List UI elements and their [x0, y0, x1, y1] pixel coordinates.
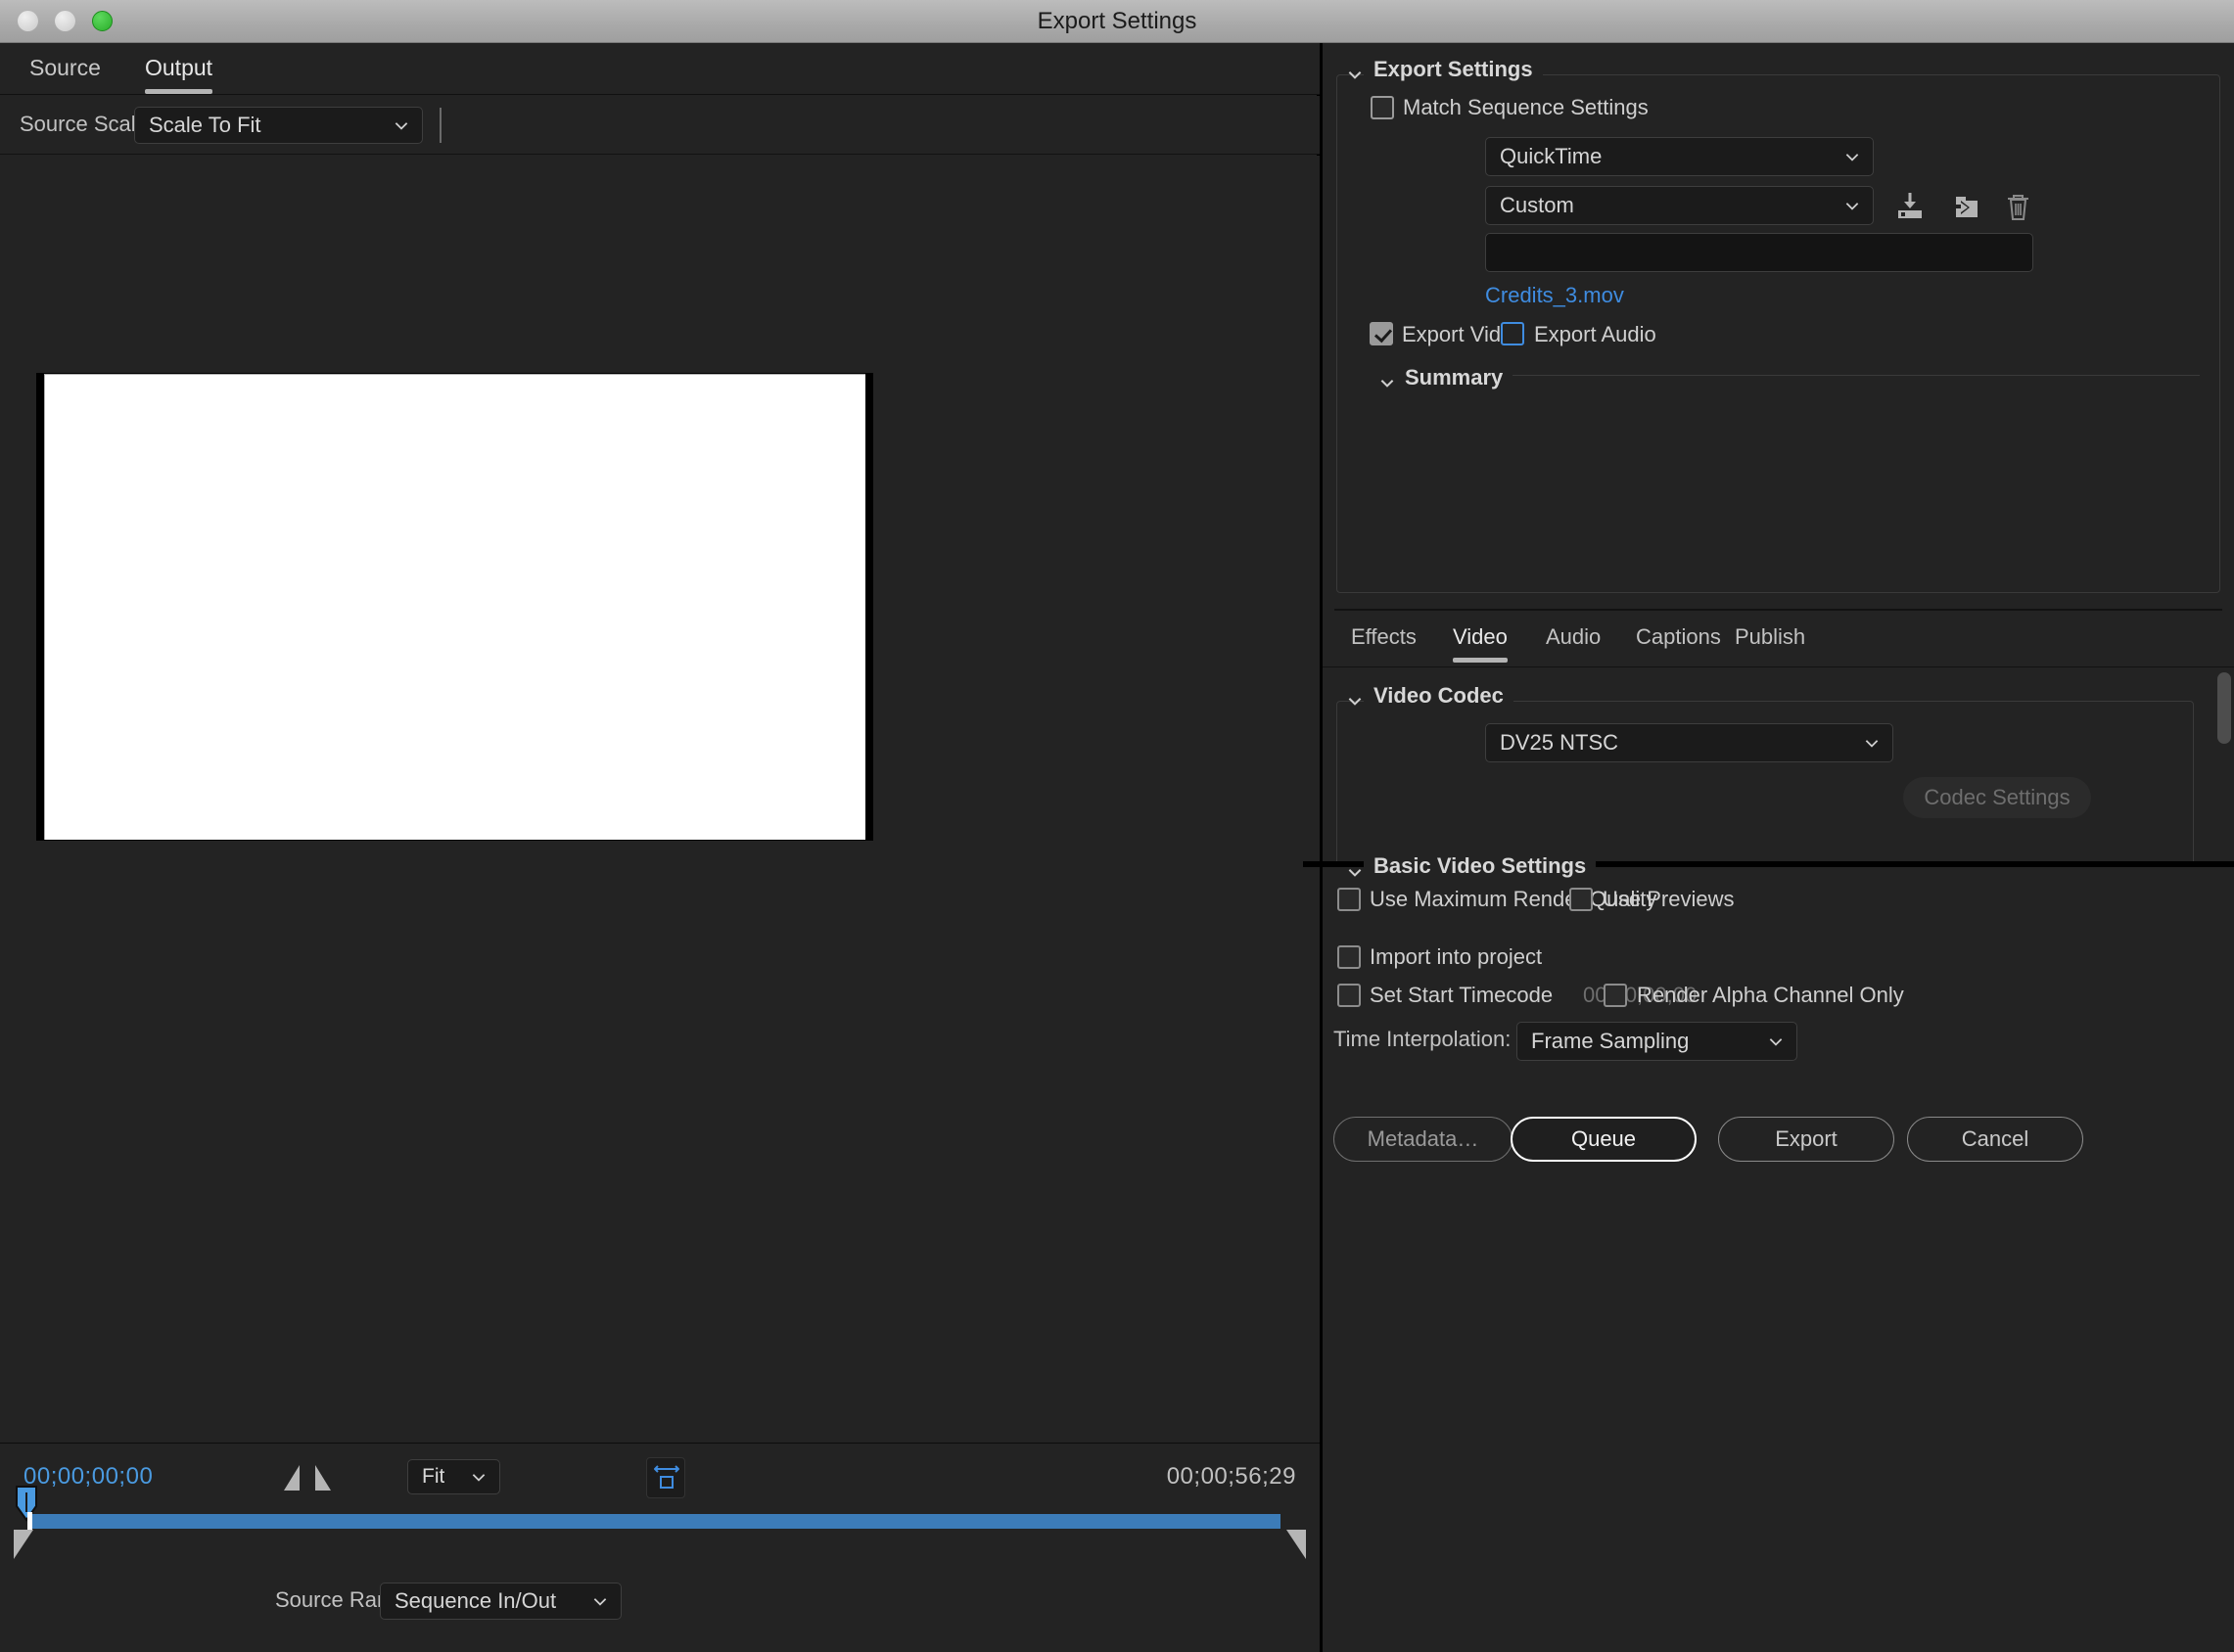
video-codec-group-title: Video Codec	[1364, 683, 1513, 709]
chevron-down-icon	[1767, 1032, 1785, 1050]
import-into-project-label: Import into project	[1370, 944, 1543, 969]
format-value: QuickTime	[1500, 144, 1603, 168]
chevron-down-icon	[1863, 734, 1881, 752]
chevron-down-icon[interactable]	[1346, 66, 1364, 83]
use-maximum-render-quality-checkbox[interactable]	[1337, 888, 1361, 911]
zoom-level-value: Fit	[422, 1465, 445, 1488]
tab-audio[interactable]: Audio	[1546, 624, 1601, 661]
chevron-down-icon[interactable]	[1346, 863, 1364, 881]
window-title-bar: Export Settings	[0, 0, 2234, 43]
dialog-actions: Metadata… Queue Export Cancel	[1323, 1117, 2234, 1185]
tab-source[interactable]: Source	[29, 55, 101, 92]
delete-preset-icon[interactable]	[1998, 187, 2037, 226]
duration-timecode: 00;00;56;29	[1166, 1463, 1296, 1490]
source-range-value: Sequence In/Out	[395, 1588, 557, 1613]
chevron-down-icon	[393, 116, 410, 134]
range-in-handle[interactable]	[14, 1530, 33, 1559]
mark-in-icon[interactable]	[284, 1465, 300, 1491]
metadata-button[interactable]: Metadata…	[1333, 1117, 1513, 1162]
video-codec-value: DV25 NTSC	[1500, 730, 1619, 755]
zoom-level-select[interactable]: Fit	[407, 1459, 500, 1494]
scrollbar-thumb[interactable]	[2217, 672, 2231, 744]
tab-output[interactable]: Output	[145, 55, 213, 94]
cancel-button[interactable]: Cancel	[1907, 1117, 2083, 1162]
set-start-timecode-checkbox[interactable]	[1337, 984, 1361, 1007]
range-out-handle[interactable]	[1286, 1530, 1306, 1559]
export-audio-label: Export Audio	[1534, 322, 1656, 346]
codec-settings-button[interactable]: Codec Settings	[1903, 777, 2091, 818]
render-alpha-channel-only-checkbox[interactable]	[1604, 984, 1627, 1007]
preset-select[interactable]: Custom	[1485, 186, 1874, 225]
mark-out-icon[interactable]	[315, 1465, 331, 1491]
match-sequence-settings-label: Match Sequence Settings	[1403, 95, 1649, 119]
source-range-select[interactable]: Sequence In/Out	[380, 1583, 622, 1620]
export-options: Use Maximum Render Quality Use Previews …	[1323, 867, 2234, 1652]
aspect-ratio-icon[interactable]	[646, 1457, 685, 1498]
export-video-checkbox[interactable]	[1370, 322, 1393, 345]
preview-frame	[44, 374, 865, 840]
settings-tab-bar: Effects Video Audio Captions Publish	[1323, 611, 2234, 667]
current-timecode[interactable]: 00;00;00;00	[23, 1463, 153, 1491]
basic-video-settings-title: Basic Video Settings	[1364, 853, 1597, 879]
use-previews-checkbox[interactable]	[1569, 888, 1593, 911]
export-settings-dialog: Export Settings Source Output Source Sca…	[0, 0, 2234, 1652]
source-scaling-select[interactable]: Scale To Fit	[134, 107, 423, 144]
chevron-down-icon[interactable]	[1346, 692, 1364, 710]
toolbar-divider	[440, 108, 442, 143]
preview-stage	[0, 156, 1320, 1443]
time-interpolation-value: Frame Sampling	[1531, 1029, 1690, 1053]
match-sequence-settings-checkbox[interactable]	[1371, 96, 1394, 119]
render-alpha-channel-only-label: Render Alpha Channel Only	[1637, 983, 1904, 1007]
chevron-down-icon[interactable]	[1378, 374, 1396, 391]
tab-effects[interactable]: Effects	[1351, 624, 1417, 661]
summary-rule	[1512, 375, 2200, 376]
preview-tab-bar: Source Output	[0, 43, 1320, 95]
settings-panel: Export Settings Match Sequence Settings …	[1303, 43, 2234, 1652]
export-audio-checkbox[interactable]	[1501, 322, 1524, 345]
summary-title: Summary	[1395, 365, 1513, 390]
window-title: Export Settings	[1037, 8, 1197, 34]
use-previews-label: Use Previews	[1603, 887, 1735, 911]
export-settings-group-title: Export Settings	[1364, 57, 1543, 82]
import-preset-icon[interactable]	[1944, 187, 1983, 226]
export-button[interactable]: Export	[1718, 1117, 1894, 1162]
preset-value: Custom	[1500, 193, 1574, 217]
format-select[interactable]: QuickTime	[1485, 137, 1874, 176]
tab-publish[interactable]: Publish	[1735, 624, 1805, 661]
video-preview[interactable]	[36, 373, 873, 841]
scrub-bar[interactable]	[27, 1512, 1280, 1531]
comments-input[interactable]	[1485, 233, 2033, 272]
chevron-down-icon	[591, 1592, 609, 1610]
source-scaling-value: Scale To Fit	[149, 113, 261, 137]
time-interpolation-label: Time Interpolation:	[1333, 1027, 1512, 1051]
import-into-project-checkbox[interactable]	[1337, 945, 1361, 969]
source-scaling-row: Source Scaling: Scale To Fit	[0, 96, 1320, 155]
set-start-timecode-label: Set Start Timecode	[1370, 983, 1554, 1007]
transport-bar: 00;00;00;00 Fit 00;00;56;29 Source Range…	[0, 1443, 1320, 1652]
tab-captions[interactable]: Captions	[1636, 624, 1721, 661]
time-interpolation-select[interactable]: Frame Sampling	[1516, 1022, 1797, 1061]
tab-video[interactable]: Video	[1453, 624, 1508, 663]
chevron-down-icon	[1843, 148, 1861, 165]
chevron-down-icon	[470, 1468, 488, 1486]
preview-panel: Source Output Source Scaling: Scale To F…	[0, 43, 1320, 1652]
save-preset-icon[interactable]	[1890, 187, 1930, 226]
video-codec-select[interactable]: DV25 NTSC	[1485, 723, 1893, 762]
output-name-link[interactable]: Credits_3.mov	[1485, 283, 1624, 308]
chevron-down-icon	[1843, 197, 1861, 214]
queue-button[interactable]: Queue	[1511, 1117, 1697, 1162]
